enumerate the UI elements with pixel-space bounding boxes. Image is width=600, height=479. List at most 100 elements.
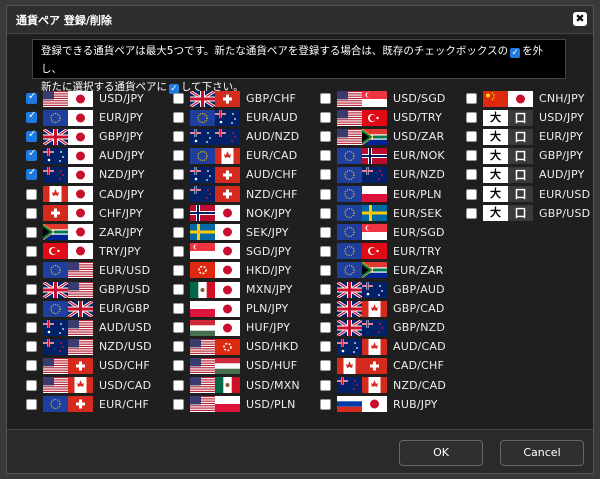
pair-row[interactable]: EUR/SGD [320,223,445,242]
pair-row[interactable]: NOK/JPY [173,204,292,223]
pair-checkbox[interactable] [320,112,331,124]
pair-checkbox[interactable] [173,93,184,104]
pair-row[interactable]: USD/MXN [173,376,300,395]
pair-row[interactable]: AUD/USD [26,318,152,337]
pair-checkbox[interactable] [26,398,37,410]
pair-checkbox[interactable] [466,93,477,104]
pair-row[interactable]: NZD/CAD [320,376,446,395]
pair-checkbox[interactable] [173,341,184,353]
pair-checkbox[interactable] [466,188,477,200]
pair-row[interactable]: EUR/PLN [320,185,442,204]
pair-checkbox[interactable] [466,169,477,181]
pair-row[interactable]: USD/JPY [26,89,144,108]
pair-checkbox[interactable] [173,207,184,219]
pair-checkbox[interactable] [320,150,331,162]
pair-checkbox[interactable] [173,284,184,295]
pair-checkbox[interactable] [320,341,331,353]
pair-checkbox[interactable] [173,379,184,391]
pair-row[interactable]: GBP/CHF [173,89,296,108]
pair-row[interactable]: 大口 EUR/JPY [466,127,583,146]
pair-row[interactable]: MXN/JPY [173,280,293,299]
pair-checkbox[interactable] [466,112,477,124]
pair-row[interactable]: EUR/CHF [26,395,149,414]
pair-checkbox[interactable] [173,398,184,410]
pair-checkbox[interactable] [173,360,184,372]
pair-checkbox[interactable] [173,131,184,143]
pair-checkbox[interactable] [320,169,331,181]
pair-checkbox[interactable] [26,226,37,238]
pair-checkbox[interactable] [320,322,331,334]
pair-row[interactable]: CNH/JPY [466,89,585,108]
pair-row[interactable]: 大口 USD/JPY [466,108,584,127]
pair-row[interactable]: EUR/TRY [320,242,441,261]
close-icon[interactable]: ✖ [573,12,587,26]
pair-row[interactable]: AUD/CAD [320,337,446,356]
pair-row[interactable]: HUF/JPY [173,318,290,337]
pair-row[interactable]: TRY/JPY [26,242,141,261]
pair-checkbox[interactable] [466,207,477,219]
pair-row[interactable]: USD/HKD [173,337,299,356]
pair-row[interactable]: EUR/ZAR [320,261,443,280]
pair-row[interactable]: 大口 EUR/USD [466,185,590,204]
pair-row[interactable]: USD/HUF [173,356,297,375]
pair-checkbox[interactable] [26,91,37,104]
pair-row[interactable]: HKD/JPY [173,261,291,280]
pair-checkbox[interactable] [26,167,37,181]
pair-checkbox[interactable] [320,360,331,372]
pair-row[interactable]: EUR/NZD [320,165,445,184]
pair-checkbox[interactable] [320,284,331,295]
pair-row[interactable]: AUD/CHF [173,165,297,184]
pair-checkbox[interactable] [26,188,37,200]
pair-row[interactable]: CAD/JPY [26,185,144,204]
pair-checkbox[interactable] [320,264,331,276]
pair-row[interactable]: USD/PLN [173,395,296,414]
pair-checkbox[interactable] [320,188,331,200]
pair-checkbox[interactable] [173,169,184,181]
pair-row[interactable]: USD/CAD [26,376,151,395]
pair-checkbox[interactable] [26,284,37,295]
pair-row[interactable]: USD/SGD [320,89,446,108]
pair-checkbox[interactable] [320,398,331,410]
pair-checkbox[interactable] [26,341,37,353]
pair-checkbox[interactable] [26,129,37,143]
pair-row[interactable]: USD/TRY [320,108,442,127]
pair-row[interactable]: GBP/NZD [320,318,445,337]
pair-row[interactable]: CHF/JPY [26,204,143,223]
pair-checkbox[interactable] [320,93,331,104]
pair-row[interactable]: USD/CHF [26,356,150,375]
ok-button[interactable]: OK [399,440,483,466]
pair-row[interactable]: USD/ZAR [320,127,444,146]
pair-row[interactable]: SGD/JPY [173,242,291,261]
pair-row[interactable]: NZD/USD [26,337,152,356]
pair-checkbox[interactable] [173,112,184,124]
pair-row[interactable]: NZD/JPY [26,165,145,184]
pair-row[interactable]: EUR/NOK [320,146,445,165]
pair-row[interactable]: EUR/JPY [26,108,143,127]
cancel-button[interactable]: Cancel [500,440,584,466]
pair-checkbox[interactable] [26,379,37,391]
pair-row[interactable]: PLN/JPY [173,299,288,318]
pair-checkbox[interactable] [320,379,331,391]
pair-checkbox[interactable] [26,245,37,257]
pair-row[interactable]: EUR/AUD [173,108,298,127]
pair-row[interactable]: AUD/NZD [173,127,299,146]
pair-checkbox[interactable] [173,303,184,315]
pair-row[interactable]: NZD/CHF [173,185,298,204]
pair-checkbox[interactable] [173,322,184,334]
pair-checkbox[interactable] [320,226,331,238]
pair-checkbox[interactable] [26,110,37,124]
pair-checkbox[interactable] [26,360,37,372]
pair-checkbox[interactable] [173,188,184,200]
pair-checkbox[interactable] [173,226,184,238]
pair-row[interactable]: GBP/JPY [26,127,143,146]
pair-row[interactable]: 大口 GBP/USD [466,204,590,223]
pair-row[interactable]: EUR/GBP [26,299,149,318]
pair-row[interactable]: EUR/SEK [320,204,442,223]
pair-row[interactable]: AUD/JPY [26,146,145,165]
pair-row[interactable]: EUR/USD [26,261,150,280]
pair-checkbox[interactable] [320,245,331,257]
pair-checkbox[interactable] [466,150,477,162]
pair-checkbox[interactable] [320,207,331,219]
pair-row[interactable]: CAD/CHF [320,356,444,375]
pair-checkbox[interactable] [173,264,184,276]
